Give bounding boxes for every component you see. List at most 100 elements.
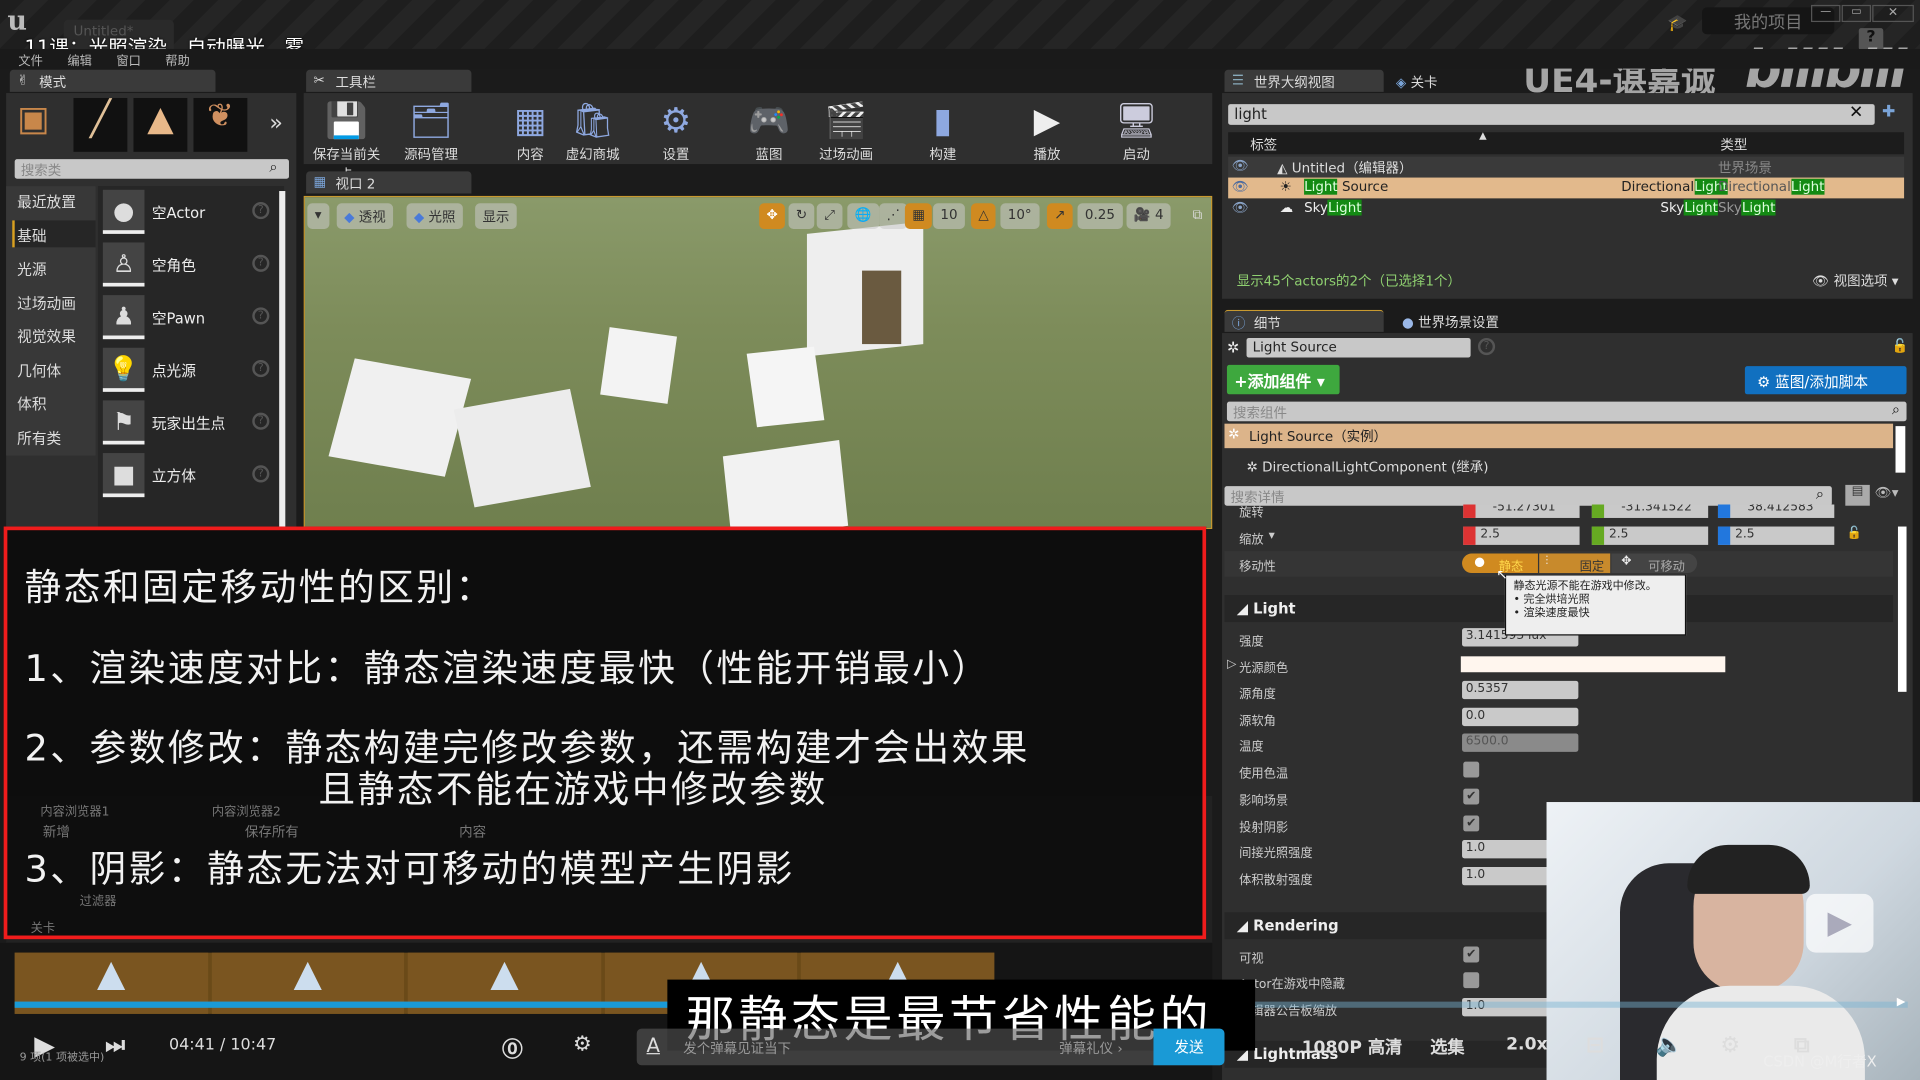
components-scrollbar[interactable] bbox=[1895, 426, 1906, 473]
translate-tool-icon[interactable]: ✥ bbox=[759, 203, 786, 229]
lock-icon[interactable]: 🔓 bbox=[1892, 338, 1909, 354]
send-danmaku-button[interactable]: 发送 bbox=[1153, 1028, 1225, 1066]
class-item-empty-pawn[interactable]: ♟ 空Pawn? bbox=[102, 295, 274, 344]
class-item-empty-character[interactable]: ♙ 空角色? bbox=[102, 242, 274, 291]
rotation-x-input[interactable]: -51.27301 bbox=[1463, 504, 1580, 518]
danmaku-input[interactable]: A 发个弹幕见证当下 弹幕礼仪 › 发送 bbox=[636, 1028, 1225, 1066]
tab-world-settings[interactable]: ● 世界场景设置 bbox=[1402, 312, 1499, 332]
outliner-search-input[interactable]: light bbox=[1228, 104, 1875, 125]
help-icon[interactable]: ? bbox=[252, 202, 270, 220]
help-icon[interactable]: ? bbox=[252, 307, 270, 325]
menu-window[interactable]: 窗口 bbox=[116, 50, 140, 68]
danmaku-style-icon[interactable]: A bbox=[647, 1033, 660, 1056]
camera-speed-button[interactable]: 🎥 4 bbox=[1126, 203, 1171, 229]
temperature-input[interactable]: 6500.0 bbox=[1462, 733, 1579, 752]
close-button[interactable]: ✕ bbox=[1872, 4, 1914, 23]
search-components-input[interactable]: 搜索组件 bbox=[1226, 401, 1907, 422]
rotation-y-input[interactable]: -31.341522 bbox=[1591, 504, 1709, 518]
cinematics-button[interactable]: 🎬 过场动画 bbox=[809, 98, 882, 164]
danmaku-etiquette-link[interactable]: 弹幕礼仪 › bbox=[1059, 1038, 1123, 1058]
new-button[interactable]: 新增 bbox=[43, 822, 70, 842]
category-visual-effects[interactable]: 视觉效果 bbox=[17, 326, 76, 347]
category-cinematic[interactable]: 过场动画 bbox=[17, 293, 76, 314]
help-icon[interactable]: ? bbox=[252, 360, 270, 378]
menu-file[interactable]: 文件 bbox=[18, 50, 42, 68]
category-recent[interactable]: 最近放置 bbox=[17, 191, 76, 212]
episodes-button[interactable]: 选集 bbox=[1430, 1035, 1464, 1059]
content-path[interactable]: 内容 bbox=[459, 822, 486, 842]
category-geometry[interactable]: 几何体 bbox=[17, 360, 61, 381]
class-item-player-start[interactable]: ⚑ 玩家出生点? bbox=[102, 400, 274, 449]
show-button[interactable]: 显示 bbox=[475, 203, 517, 229]
rotation-snap-value[interactable]: 10° bbox=[1000, 203, 1039, 229]
tab-details[interactable]: ⓘ 细节 bbox=[1224, 309, 1384, 332]
source-control-button[interactable]: 🗂 源码管理 bbox=[394, 98, 467, 164]
tab-modes[interactable]: ✌ 模式 bbox=[9, 69, 216, 92]
foliage-mode-icon[interactable]: ❦ bbox=[193, 97, 248, 152]
subtitle-toggle-icon[interactable]: ⊟ bbox=[1586, 1032, 1604, 1058]
menu-edit[interactable]: 编辑 bbox=[67, 50, 91, 68]
property-matrix-icon[interactable]: ▤ bbox=[1845, 484, 1870, 506]
landscape-mode-icon[interactable]: ▲ bbox=[133, 97, 188, 152]
add-component-button[interactable]: +添加组件 ▾ bbox=[1226, 364, 1340, 395]
next-episode-icon[interactable]: ⏭ bbox=[105, 1032, 125, 1058]
help-icon[interactable]: ? bbox=[252, 465, 270, 483]
save-all-button[interactable]: 保存所有 bbox=[245, 822, 299, 842]
class-item-empty-actor[interactable]: ● 空Actor? bbox=[102, 189, 274, 239]
quality-button[interactable]: 1080P 高清 bbox=[1302, 1035, 1403, 1059]
tab-world-outliner[interactable]: ☰ 世界大纲视图 bbox=[1224, 69, 1384, 92]
scale-snap-icon[interactable]: ↗ bbox=[1046, 203, 1073, 229]
tab-content-browser-2[interactable]: 内容浏览器2 bbox=[212, 801, 281, 819]
visibility-eye-icon[interactable]: 👁 bbox=[1232, 179, 1249, 195]
expand-icon[interactable]: ▷ bbox=[1227, 658, 1236, 671]
scale-y-input[interactable]: 2.5 bbox=[1591, 526, 1709, 545]
more-modes-icon[interactable]: » bbox=[269, 110, 282, 136]
scale-tool-icon[interactable]: ⤢ bbox=[816, 203, 843, 229]
scale-snap-value[interactable]: 0.25 bbox=[1077, 203, 1123, 229]
menu-help[interactable]: 帮助 bbox=[165, 50, 189, 68]
help-icon[interactable]: ? bbox=[252, 412, 270, 430]
lock-scale-icon[interactable]: 🔓 bbox=[1847, 527, 1862, 540]
search-details-input[interactable]: 搜索详情 bbox=[1224, 486, 1832, 506]
visibility-eye-icon[interactable]: 👁 bbox=[1232, 158, 1249, 174]
class-search-input[interactable]: 搜索类 bbox=[14, 159, 289, 179]
category-lights[interactable]: 光源 bbox=[17, 258, 46, 279]
volume-icon[interactable]: 🔈 bbox=[1656, 1032, 1683, 1058]
world-space-icon[interactable]: 🌐 bbox=[847, 203, 879, 229]
soft-angle-input[interactable]: 0.0 bbox=[1462, 707, 1579, 727]
scale-z-input[interactable]: 2.5 bbox=[1717, 526, 1835, 545]
learn-icon[interactable]: 🎓 bbox=[1668, 15, 1688, 33]
mobility-stationary-option[interactable]: 固定 bbox=[1539, 553, 1611, 574]
progress-handle-icon[interactable]: ▸ bbox=[1897, 992, 1906, 1012]
tab-toolbar[interactable]: ✂ 工具栏 bbox=[306, 69, 472, 92]
launch-button[interactable]: 🖥 启动 bbox=[1100, 98, 1173, 164]
component-root[interactable]: Light Source（实例） bbox=[1224, 423, 1894, 449]
blueprint-button[interactable]: 🎮 蓝图 bbox=[732, 98, 805, 164]
category-basic[interactable]: 基础 bbox=[17, 225, 46, 246]
grid-snap-value[interactable]: 10 bbox=[933, 203, 965, 229]
visibility-eye-icon[interactable]: 👁 bbox=[1232, 200, 1249, 216]
light-color-swatch[interactable] bbox=[1460, 656, 1726, 673]
help-icon[interactable]: ? bbox=[252, 254, 270, 272]
level-folder[interactable]: 关卡 bbox=[31, 917, 55, 935]
speed-button[interactable]: 2.0x bbox=[1506, 1035, 1547, 1055]
visible-checkbox[interactable]: ✔ bbox=[1463, 946, 1480, 963]
surface-snap-icon[interactable]: ⋰ bbox=[879, 203, 908, 229]
danmaku-settings-icon[interactable]: ⚙ bbox=[573, 1032, 592, 1056]
marketplace-button[interactable]: 🛍 虚幻商城 bbox=[556, 98, 629, 164]
outliner-row-light-source[interactable]: 👁 ☀ Light Source DirectionalLight Direct… bbox=[1228, 177, 1905, 199]
tab-levels[interactable]: ◈ 关卡 bbox=[1396, 72, 1438, 92]
hidden-in-game-checkbox[interactable] bbox=[1463, 972, 1480, 989]
maximize-viewport-icon[interactable]: ⧉ bbox=[1185, 203, 1209, 229]
settings-button[interactable]: ⚙ 设置 bbox=[639, 98, 712, 164]
lighting-button[interactable]: ◆ 光照 bbox=[406, 203, 463, 229]
viewport-options-button[interactable]: ▾ bbox=[307, 203, 329, 229]
column-type-header[interactable]: 类型 bbox=[1720, 135, 1747, 155]
class-item-point-light[interactable]: 💡 点光源? bbox=[102, 347, 274, 397]
outliner-row-skylight[interactable]: 👁 ☁ SkyLight SkyLight SkyLight bbox=[1228, 198, 1904, 219]
danmaku-toggle-icon[interactable]: ⓪ bbox=[502, 1032, 523, 1062]
tab-viewport[interactable]: ▦ 视口 2 bbox=[306, 171, 472, 194]
cast-shadows-checkbox[interactable]: ✔ bbox=[1463, 815, 1480, 832]
class-item-cube[interactable]: ■ 立方体? bbox=[102, 453, 274, 502]
help-icon[interactable]: ? bbox=[1477, 337, 1496, 356]
